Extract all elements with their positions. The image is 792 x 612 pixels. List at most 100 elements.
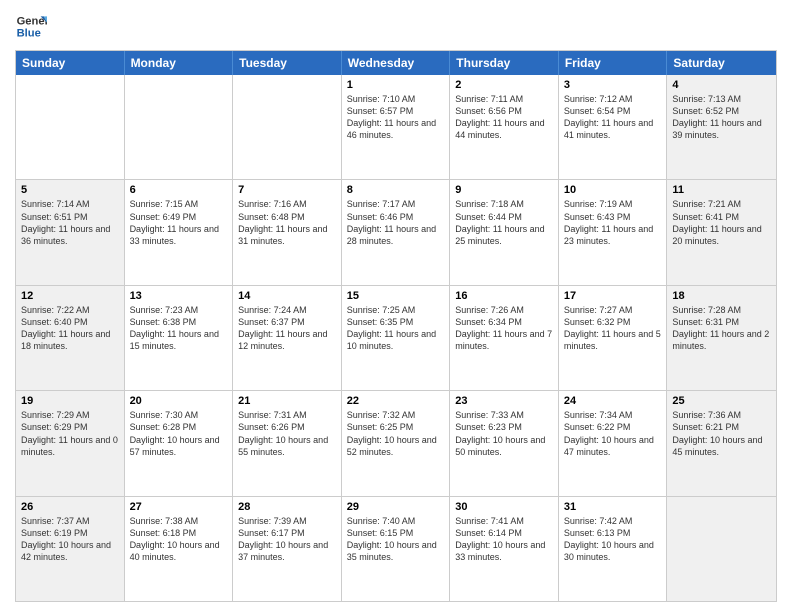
week-row-1: 1Sunrise: 7:10 AM Sunset: 6:57 PM Daylig… <box>16 75 776 180</box>
day-number: 25 <box>672 395 771 407</box>
day-number: 3 <box>564 79 662 91</box>
day-header-thursday: Thursday <box>450 51 559 75</box>
day-cell-31: 31 Sunrise: 7:42 AM Sunset: 6:13 PM Dayli… <box>559 497 668 601</box>
week-row-5: 26 Sunrise: 7:37 AM Sunset: 6:19 PM Dayli… <box>16 497 776 601</box>
day-info: Sunrise: 7:11 AM Sunset: 6:56 PM Dayligh… <box>455 93 553 142</box>
empty-cell <box>233 75 342 179</box>
day-header-sunday: Sunday <box>16 51 125 75</box>
day-cell-23: 23 Sunrise: 7:33 AM Sunset: 6:23 PM Dayli… <box>450 391 559 495</box>
day-cell-13: 13 Sunrise: 7:23 AM Sunset: 6:38 PM Dayli… <box>125 286 234 390</box>
day-cell-18: 18 Sunrise: 7:28 AM Sunset: 6:31 PM Dayli… <box>667 286 776 390</box>
calendar-header: SundayMondayTuesdayWednesdayThursdayFrid… <box>16 51 776 75</box>
day-info: Sunrise: 7:21 AM Sunset: 6:41 PM Dayligh… <box>672 198 771 247</box>
day-cell-29: 29 Sunrise: 7:40 AM Sunset: 6:15 PM Dayli… <box>342 497 451 601</box>
day-number: 13 <box>130 290 228 302</box>
day-info: Sunrise: 7:33 AM Sunset: 6:23 PM Dayligh… <box>455 409 553 458</box>
day-number: 19 <box>21 395 119 407</box>
day-number: 21 <box>238 395 336 407</box>
day-cell-11: 11 Sunrise: 7:21 AM Sunset: 6:41 PM Dayli… <box>667 180 776 284</box>
day-cell-27: 27 Sunrise: 7:38 AM Sunset: 6:18 PM Dayli… <box>125 497 234 601</box>
day-info: Sunrise: 7:37 AM Sunset: 6:19 PM Dayligh… <box>21 515 119 564</box>
day-number: 30 <box>455 501 553 513</box>
day-info: Sunrise: 7:12 AM Sunset: 6:54 PM Dayligh… <box>564 93 662 142</box>
day-number: 6 <box>130 184 228 196</box>
day-number: 18 <box>672 290 771 302</box>
day-number: 31 <box>564 501 662 513</box>
day-header-saturday: Saturday <box>667 51 776 75</box>
day-info: Sunrise: 7:24 AM Sunset: 6:37 PM Dayligh… <box>238 304 336 353</box>
day-info: Sunrise: 7:28 AM Sunset: 6:31 PM Dayligh… <box>672 304 771 353</box>
day-info: Sunrise: 7:32 AM Sunset: 6:25 PM Dayligh… <box>347 409 445 458</box>
day-info: Sunrise: 7:38 AM Sunset: 6:18 PM Dayligh… <box>130 515 228 564</box>
day-cell-30: 30Sunrise: 7:41 AM Sunset: 6:14 PM Dayli… <box>450 497 559 601</box>
day-cell-22: 22 Sunrise: 7:32 AM Sunset: 6:25 PM Dayli… <box>342 391 451 495</box>
day-header-tuesday: Tuesday <box>233 51 342 75</box>
day-info: Sunrise: 7:14 AM Sunset: 6:51 PM Dayligh… <box>21 198 119 247</box>
empty-cell <box>125 75 234 179</box>
day-info: Sunrise: 7:36 AM Sunset: 6:21 PM Dayligh… <box>672 409 771 458</box>
day-cell-20: 20 Sunrise: 7:30 AM Sunset: 6:28 PM Dayli… <box>125 391 234 495</box>
calendar-body: 1Sunrise: 7:10 AM Sunset: 6:57 PM Daylig… <box>16 75 776 601</box>
day-number: 20 <box>130 395 228 407</box>
day-cell-6: 6 Sunrise: 7:15 AM Sunset: 6:49 PM Daylig… <box>125 180 234 284</box>
empty-cell <box>16 75 125 179</box>
day-info: Sunrise: 7:13 AM Sunset: 6:52 PM Dayligh… <box>672 93 771 142</box>
day-number: 10 <box>564 184 662 196</box>
day-number: 9 <box>455 184 553 196</box>
day-info: Sunrise: 7:18 AM Sunset: 6:44 PM Dayligh… <box>455 198 553 247</box>
day-info: Sunrise: 7:25 AM Sunset: 6:35 PM Dayligh… <box>347 304 445 353</box>
day-cell-3: 3 Sunrise: 7:12 AM Sunset: 6:54 PM Daylig… <box>559 75 668 179</box>
empty-cell <box>667 497 776 601</box>
day-info: Sunrise: 7:42 AM Sunset: 6:13 PM Dayligh… <box>564 515 662 564</box>
day-number: 17 <box>564 290 662 302</box>
day-header-monday: Monday <box>125 51 234 75</box>
day-cell-17: 17 Sunrise: 7:27 AM Sunset: 6:32 PM Dayli… <box>559 286 668 390</box>
day-number: 14 <box>238 290 336 302</box>
header: General Blue <box>15 10 777 42</box>
day-number: 5 <box>21 184 119 196</box>
day-cell-12: 12 Sunrise: 7:22 AM Sunset: 6:40 PM Dayli… <box>16 286 125 390</box>
day-cell-14: 14 Sunrise: 7:24 AM Sunset: 6:37 PM Dayli… <box>233 286 342 390</box>
day-info: Sunrise: 7:23 AM Sunset: 6:38 PM Dayligh… <box>130 304 228 353</box>
week-row-2: 5 Sunrise: 7:14 AM Sunset: 6:51 PM Daylig… <box>16 180 776 285</box>
day-number: 16 <box>455 290 553 302</box>
day-number: 7 <box>238 184 336 196</box>
day-cell-9: 9 Sunrise: 7:18 AM Sunset: 6:44 PM Daylig… <box>450 180 559 284</box>
day-info: Sunrise: 7:31 AM Sunset: 6:26 PM Dayligh… <box>238 409 336 458</box>
day-number: 23 <box>455 395 553 407</box>
day-number: 22 <box>347 395 445 407</box>
day-info: Sunrise: 7:19 AM Sunset: 6:43 PM Dayligh… <box>564 198 662 247</box>
day-info: Sunrise: 7:15 AM Sunset: 6:49 PM Dayligh… <box>130 198 228 247</box>
day-cell-19: 19 Sunrise: 7:29 AM Sunset: 6:29 PM Dayli… <box>16 391 125 495</box>
day-number: 29 <box>347 501 445 513</box>
day-number: 27 <box>130 501 228 513</box>
day-info: Sunrise: 7:17 AM Sunset: 6:46 PM Dayligh… <box>347 198 445 247</box>
day-number: 28 <box>238 501 336 513</box>
day-header-wednesday: Wednesday <box>342 51 451 75</box>
day-info: Sunrise: 7:26 AM Sunset: 6:34 PM Dayligh… <box>455 304 553 353</box>
day-number: 12 <box>21 290 119 302</box>
day-info: Sunrise: 7:22 AM Sunset: 6:40 PM Dayligh… <box>21 304 119 353</box>
day-cell-16: 16 Sunrise: 7:26 AM Sunset: 6:34 PM Dayli… <box>450 286 559 390</box>
week-row-3: 12 Sunrise: 7:22 AM Sunset: 6:40 PM Dayli… <box>16 286 776 391</box>
day-number: 26 <box>21 501 119 513</box>
day-cell-5: 5 Sunrise: 7:14 AM Sunset: 6:51 PM Daylig… <box>16 180 125 284</box>
day-info: Sunrise: 7:34 AM Sunset: 6:22 PM Dayligh… <box>564 409 662 458</box>
day-cell-25: 25 Sunrise: 7:36 AM Sunset: 6:21 PM Dayli… <box>667 391 776 495</box>
day-cell-8: 8Sunrise: 7:17 AM Sunset: 6:46 PM Daylig… <box>342 180 451 284</box>
day-info: Sunrise: 7:29 AM Sunset: 6:29 PM Dayligh… <box>21 409 119 458</box>
day-info: Sunrise: 7:27 AM Sunset: 6:32 PM Dayligh… <box>564 304 662 353</box>
calendar: SundayMondayTuesdayWednesdayThursdayFrid… <box>15 50 777 602</box>
day-info: Sunrise: 7:16 AM Sunset: 6:48 PM Dayligh… <box>238 198 336 247</box>
day-cell-26: 26 Sunrise: 7:37 AM Sunset: 6:19 PM Dayli… <box>16 497 125 601</box>
day-cell-28: 28Sunrise: 7:39 AM Sunset: 6:17 PM Dayli… <box>233 497 342 601</box>
day-cell-4: 4 Sunrise: 7:13 AM Sunset: 6:52 PM Daylig… <box>667 75 776 179</box>
day-info: Sunrise: 7:40 AM Sunset: 6:15 PM Dayligh… <box>347 515 445 564</box>
day-number: 4 <box>672 79 771 91</box>
day-number: 24 <box>564 395 662 407</box>
day-number: 15 <box>347 290 445 302</box>
day-number: 11 <box>672 184 771 196</box>
day-cell-21: 21 Sunrise: 7:31 AM Sunset: 6:26 PM Dayli… <box>233 391 342 495</box>
day-info: Sunrise: 7:30 AM Sunset: 6:28 PM Dayligh… <box>130 409 228 458</box>
day-cell-7: 7 Sunrise: 7:16 AM Sunset: 6:48 PM Daylig… <box>233 180 342 284</box>
